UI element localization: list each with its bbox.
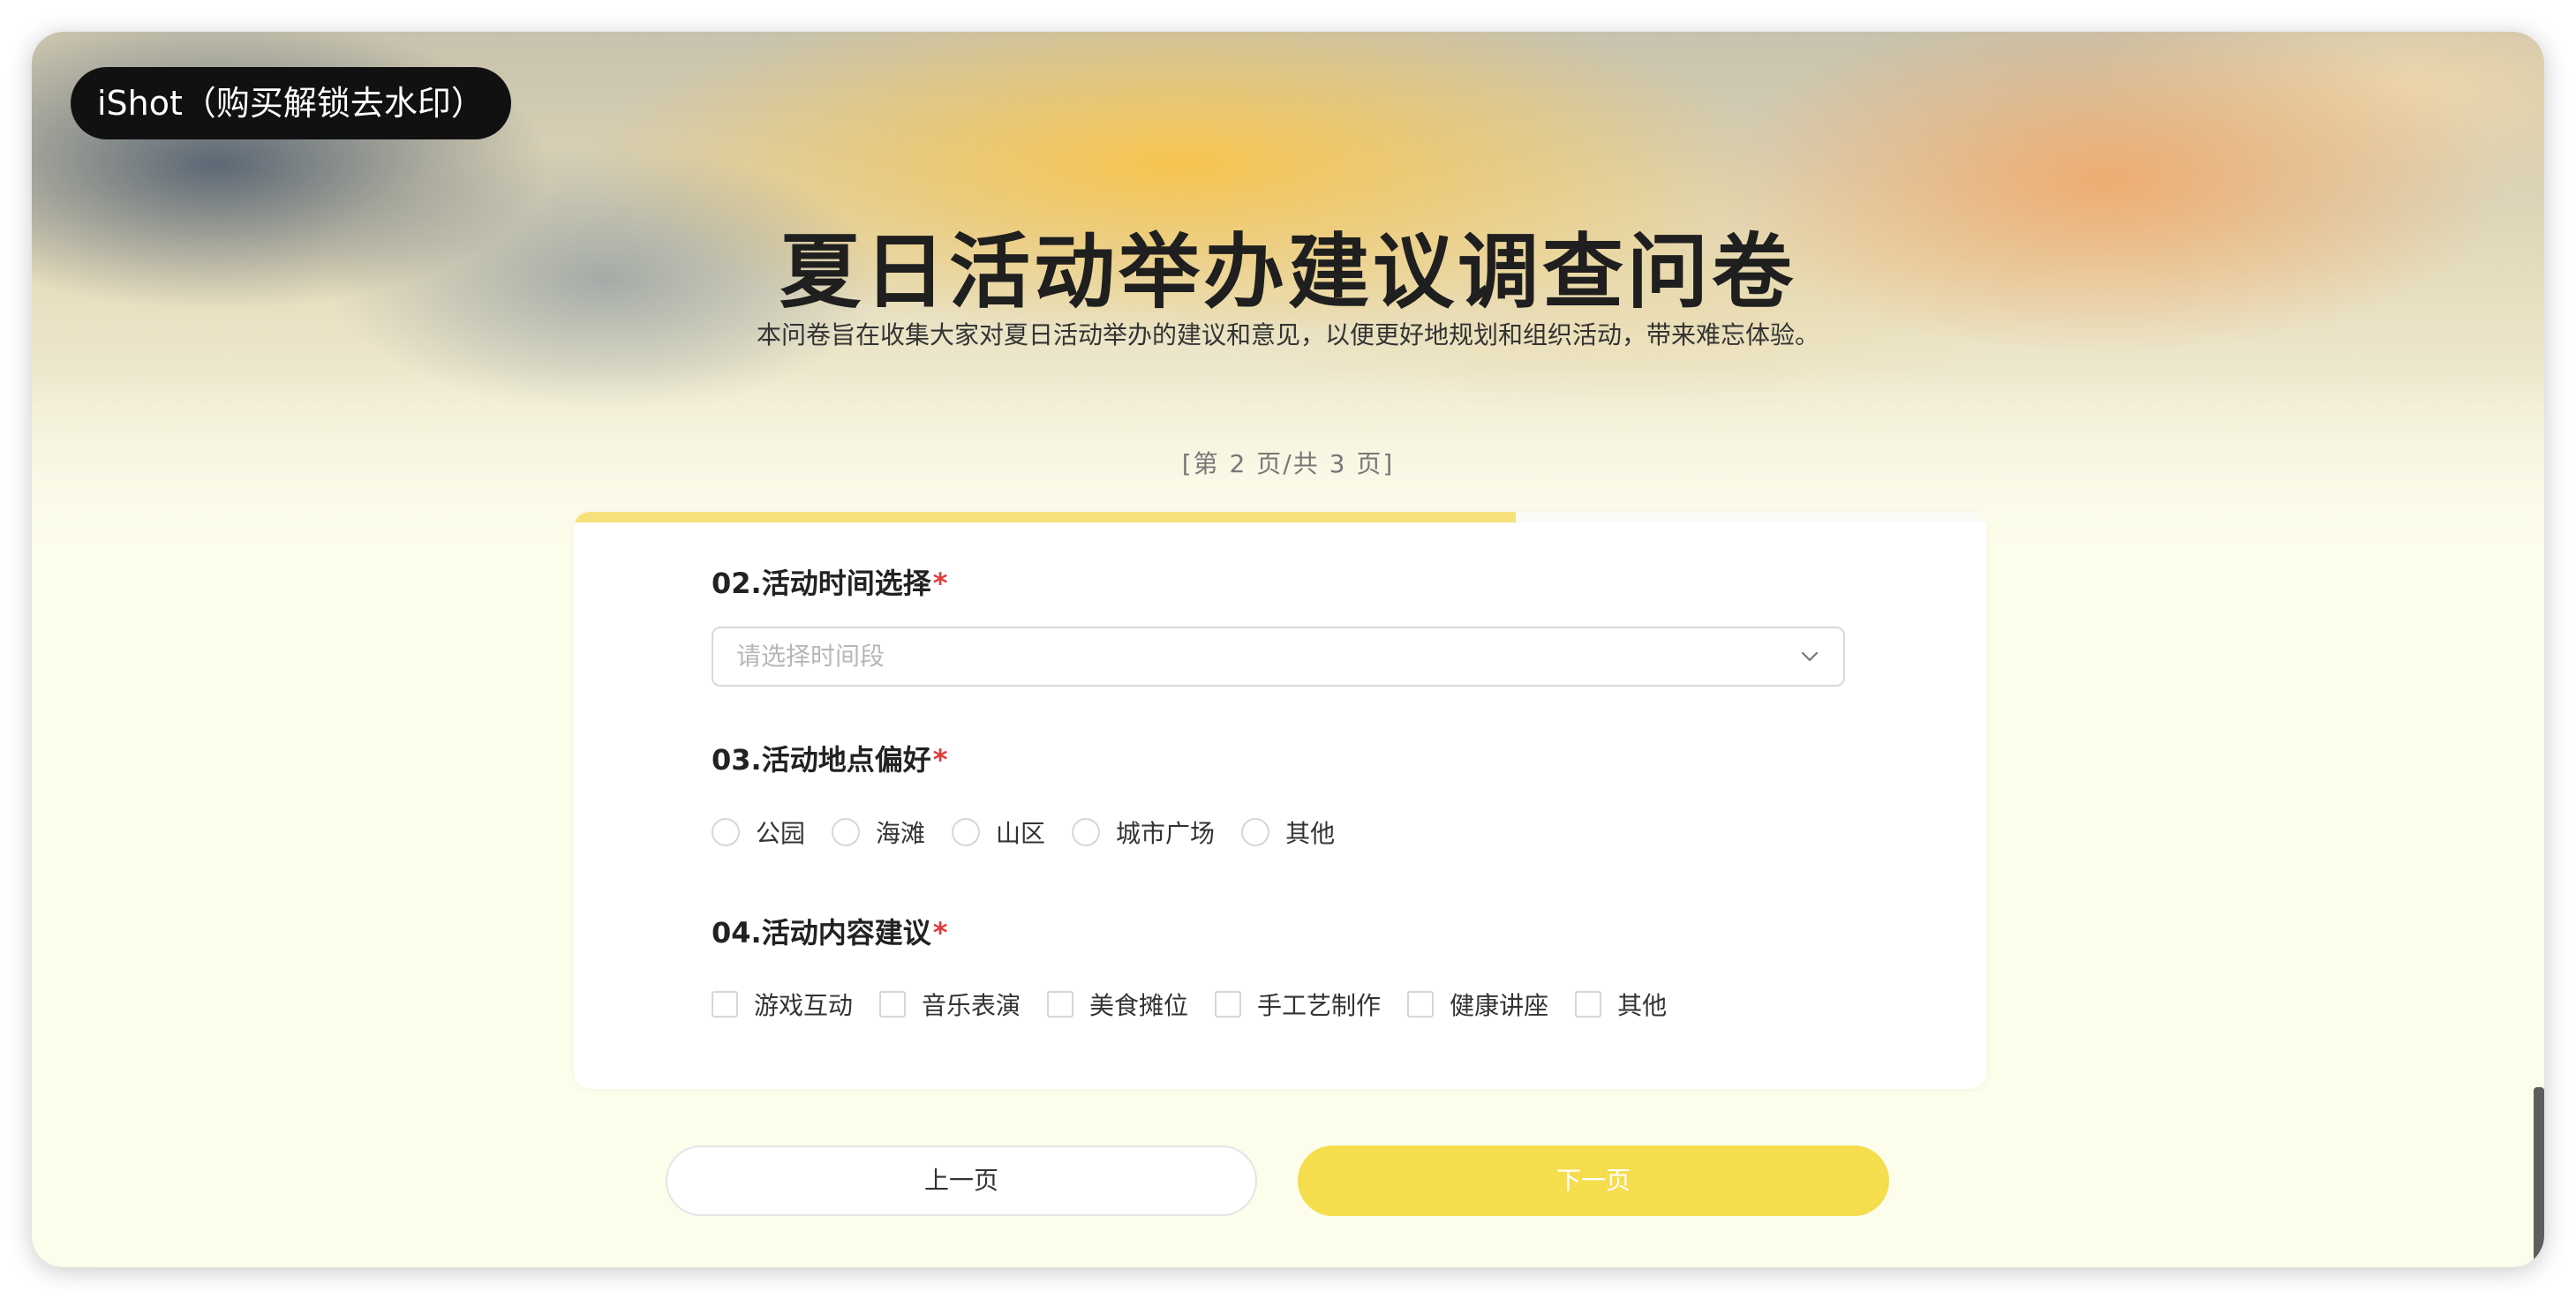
radio-button[interactable] <box>1241 818 1270 846</box>
progress-bar-fill <box>574 512 1517 522</box>
option-label: 山区 <box>996 819 1046 848</box>
option-label: 手工艺制作 <box>1257 991 1382 1020</box>
next-page-button[interactable]: 下一页 <box>1298 1145 1889 1216</box>
location-option-park[interactable]: 公园 <box>712 815 805 850</box>
chevron-down-icon <box>1801 651 1819 662</box>
time-period-select[interactable]: 请选择时间段 <box>712 627 1845 687</box>
location-option-other[interactable]: 其他 <box>1241 815 1335 850</box>
required-mark: * <box>932 567 948 600</box>
page-indicator: [第 2 页/共 3 页] <box>1181 449 1395 478</box>
content-option-music[interactable]: 音乐表演 <box>879 987 1021 1022</box>
question-4-title: 04.活动内容建议 <box>712 916 931 950</box>
survey-description: 本问卷旨在收集大家对夏日活动举办的建议和意见，以便更好地规划和组织活动，带来难忘… <box>756 320 1819 349</box>
radio-button[interactable] <box>832 818 861 846</box>
survey-title: 夏日活动举办建议调查问卷 <box>779 225 1796 319</box>
radio-button[interactable] <box>712 818 740 846</box>
option-label: 健康讲座 <box>1450 991 1549 1020</box>
content-option-games[interactable]: 游戏互动 <box>712 987 853 1022</box>
option-label: 美食摊位 <box>1089 991 1189 1020</box>
checkbox[interactable] <box>1407 991 1435 1017</box>
question-2-title: 02.活动时间选择 <box>712 567 931 600</box>
location-option-beach[interactable]: 海滩 <box>832 815 925 850</box>
required-mark: * <box>932 743 948 777</box>
required-mark: * <box>932 916 948 950</box>
location-options: 公园 海滩 山区 城市广场 其他 <box>712 815 1361 850</box>
scrollbar[interactable] <box>2534 1087 2544 1267</box>
question-4-label: 04.活动内容建议* <box>712 911 947 951</box>
question-card: 02.活动时间选择* 请选择时间段 03.活动地点偏好* 公园 海滩 山区 城市… <box>574 512 1986 1089</box>
watermark-badge: iShot（购买解锁去水印） <box>71 67 511 139</box>
radio-button[interactable] <box>952 818 981 846</box>
option-label: 公园 <box>756 819 806 848</box>
content-option-food[interactable]: 美食摊位 <box>1047 987 1188 1022</box>
prev-page-button[interactable]: 上一页 <box>666 1145 1257 1216</box>
location-option-city-square[interactable]: 城市广场 <box>1072 815 1215 850</box>
content-option-crafts[interactable]: 手工艺制作 <box>1215 987 1381 1022</box>
checkbox[interactable] <box>1215 991 1242 1017</box>
time-period-placeholder: 请选择时间段 <box>736 642 885 671</box>
checkbox[interactable] <box>879 991 907 1017</box>
checkbox[interactable] <box>1575 991 1602 1017</box>
question-3-label: 03.活动地点偏好* <box>712 738 947 778</box>
checkbox[interactable] <box>712 991 738 1017</box>
progress-bar <box>574 512 1986 522</box>
option-label: 海滩 <box>876 819 926 848</box>
location-option-mountain[interactable]: 山区 <box>952 815 1045 850</box>
option-label: 其他 <box>1285 819 1336 848</box>
content-options: 游戏互动 音乐表演 美食摊位 手工艺制作 健康讲座 其他 <box>712 987 1693 1022</box>
option-label: 城市广场 <box>1116 819 1216 848</box>
option-label: 其他 <box>1617 991 1668 1020</box>
browser-window: iShot（购买解锁去水印） 夏日活动举办建议调查问卷 本问卷旨在收集大家对夏日… <box>32 32 2544 1267</box>
question-2-label: 02.活动时间选择* <box>712 561 947 602</box>
option-label: 游戏互动 <box>754 991 854 1020</box>
option-label: 音乐表演 <box>922 991 1021 1020</box>
content-option-other[interactable]: 其他 <box>1575 987 1667 1022</box>
checkbox[interactable] <box>1047 991 1074 1017</box>
content-option-health[interactable]: 健康讲座 <box>1407 987 1548 1022</box>
question-3-title: 03.活动地点偏好 <box>712 743 931 777</box>
radio-button[interactable] <box>1072 818 1101 846</box>
